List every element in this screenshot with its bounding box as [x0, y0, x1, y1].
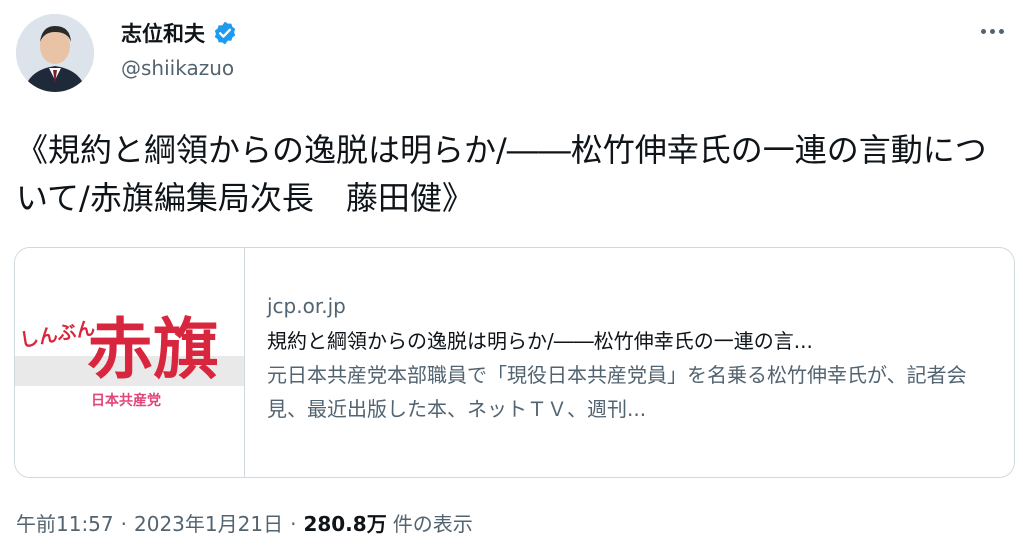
card-domain: jcp.or.jp [267, 294, 346, 318]
tweet-date[interactable]: 2023年1月21日 [134, 508, 283, 537]
card-title[interactable]: 規約と綱領からの逸脱は明らか/――松竹伸幸氏の一連の言... [267, 324, 987, 358]
more-options-icon[interactable] [975, 18, 1009, 44]
link-preview-card[interactable]: しんぶん 赤旗 日本共産党 jcp.or.jp 規約と綱領からの逸脱は明らか/―… [14, 247, 1015, 478]
views-label: 件の表示 [392, 512, 473, 536]
author-name-row[interactable]: 志位和夫 [121, 18, 238, 48]
author-handle[interactable]: @shiikazuo [121, 56, 234, 80]
author-display-name[interactable]: 志位和夫 [121, 18, 205, 48]
author-avatar[interactable] [16, 14, 94, 92]
logo-small-text: しんぶん [18, 317, 97, 352]
dot [998, 28, 1004, 34]
card-description: 元日本共産党本部職員で「現役日本共産党員」を名乗る松竹伸幸氏が、記者会見、最近出… [267, 363, 967, 421]
tweet-meta: 午前11:57 · 2023年1月21日 · 280.8万 件の表示 [16, 508, 473, 537]
meta-separator: · [290, 512, 297, 536]
akahata-logo: しんぶん 赤旗 日本共産党 [15, 311, 244, 409]
logo-sub-text: 日本共産党 [91, 392, 161, 409]
meta-separator: · [120, 512, 127, 536]
tweet-text: 《規約と綱領からの逸脱は明らか/――松竹伸幸氏の一連の言動について/赤旗編集局次… [16, 131, 987, 217]
card-body[interactable]: jcp.or.jp 規約と綱領からの逸脱は明らか/――松竹伸幸氏の一連の言...… [245, 248, 1014, 477]
dot [989, 28, 995, 34]
card-thumbnail: しんぶん 赤旗 日本共産党 [15, 248, 245, 477]
verified-badge-icon [212, 20, 238, 46]
avatar-photo [16, 14, 94, 92]
tweet-time[interactable]: 午前11:57 [16, 508, 114, 537]
views-count[interactable]: 280.8万 [303, 508, 386, 537]
logo-main-text: 赤旗 [87, 311, 219, 388]
dot [980, 28, 986, 34]
